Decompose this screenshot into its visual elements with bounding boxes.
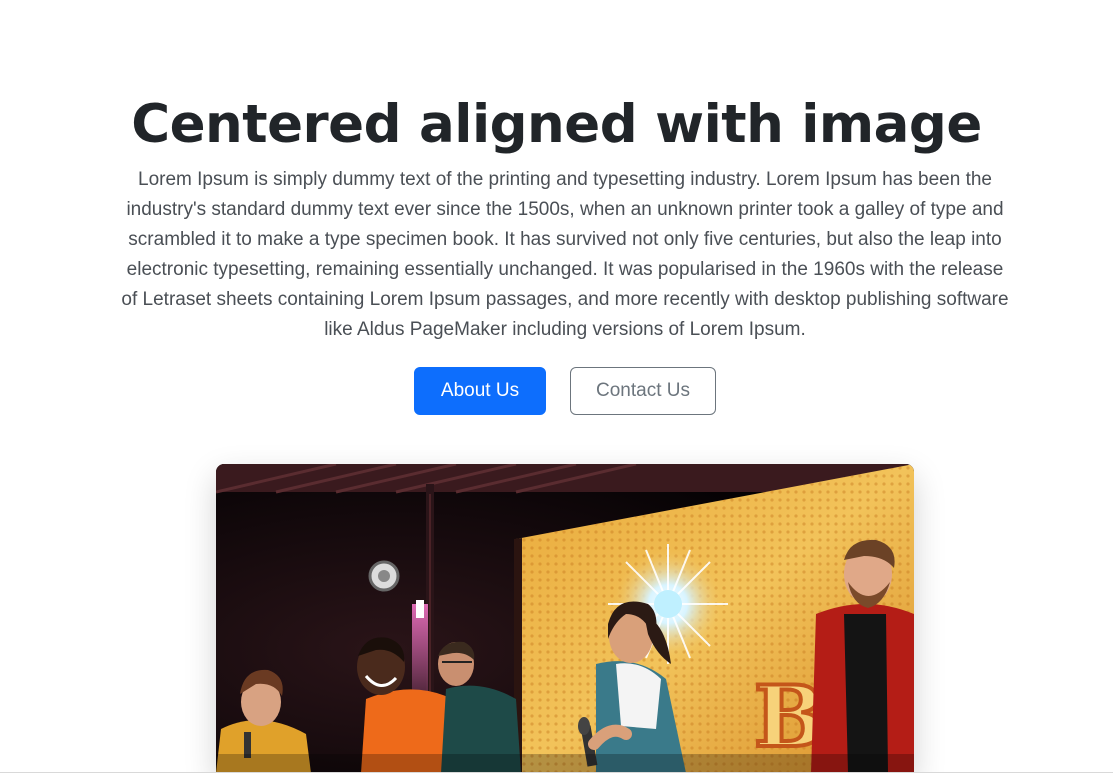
contact-us-button[interactable]: Contact Us: [570, 367, 716, 415]
about-us-button[interactable]: About Us: [414, 367, 546, 415]
page-title: Centered aligned with image: [131, 94, 982, 155]
hero-image: BO: [216, 464, 914, 773]
hero-button-group: About Us Contact Us: [0, 367, 1113, 415]
hero-lead-paragraph: Lorem Ipsum is simply dummy text of the …: [121, 169, 1009, 340]
